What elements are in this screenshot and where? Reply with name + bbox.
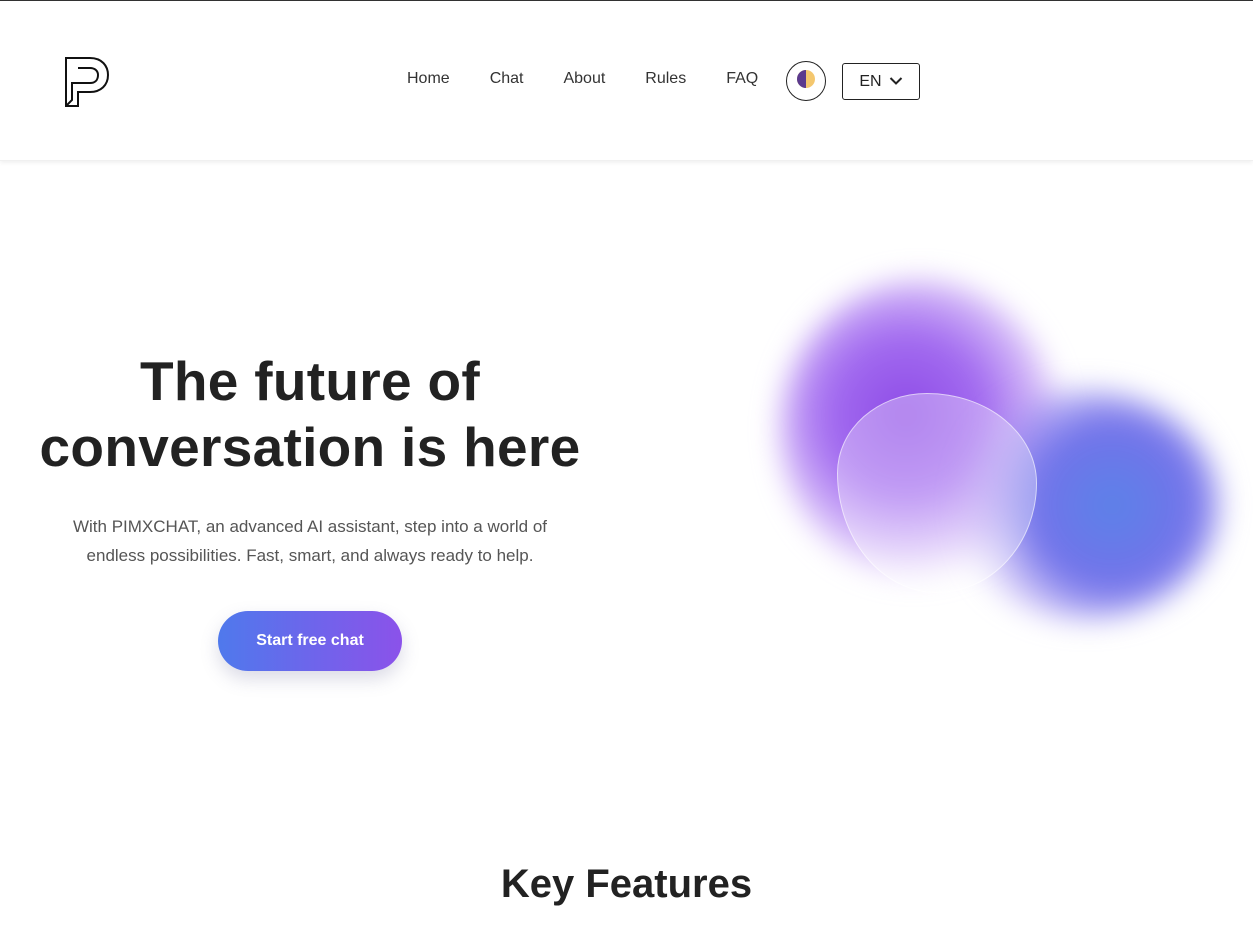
language-select[interactable]: EN xyxy=(842,63,920,100)
half-moon-theme-icon xyxy=(796,69,816,94)
nav-about[interactable]: About xyxy=(563,68,605,92)
key-features-heading: Key Features xyxy=(500,862,753,906)
language-selected-value: EN xyxy=(859,72,882,90)
p-letter-logo-icon[interactable] xyxy=(62,56,110,108)
main-nav: Home Chat About Rules FAQ xyxy=(400,68,798,92)
nav-home[interactable]: Home xyxy=(407,68,450,92)
hero-gradient-blob-illustration xyxy=(680,190,1253,710)
hero-title: The future of conversation is here xyxy=(30,348,590,480)
start-free-chat-button[interactable]: Start free chat xyxy=(218,611,402,671)
site-header: Home Chat About Rules FAQ EN xyxy=(0,1,1253,161)
nav-faq[interactable]: FAQ xyxy=(726,68,758,92)
hero-title-line1: The future of xyxy=(140,350,480,412)
theme-toggle-button[interactable] xyxy=(786,61,826,101)
nav-chat[interactable]: Chat xyxy=(490,68,524,92)
hero-subtitle-line2: endless possibilities. Fast, smart, and … xyxy=(86,546,534,565)
hero-subtitle-line1: With PIMXCHAT, an advanced AI assistant,… xyxy=(72,517,548,536)
chevron-down-icon xyxy=(889,73,903,91)
hero-subtitle: With PIMXCHAT, an advanced AI assistant,… xyxy=(40,512,580,570)
nav-rules[interactable]: Rules xyxy=(645,68,686,92)
hero-title-line2: conversation is here xyxy=(39,416,581,478)
